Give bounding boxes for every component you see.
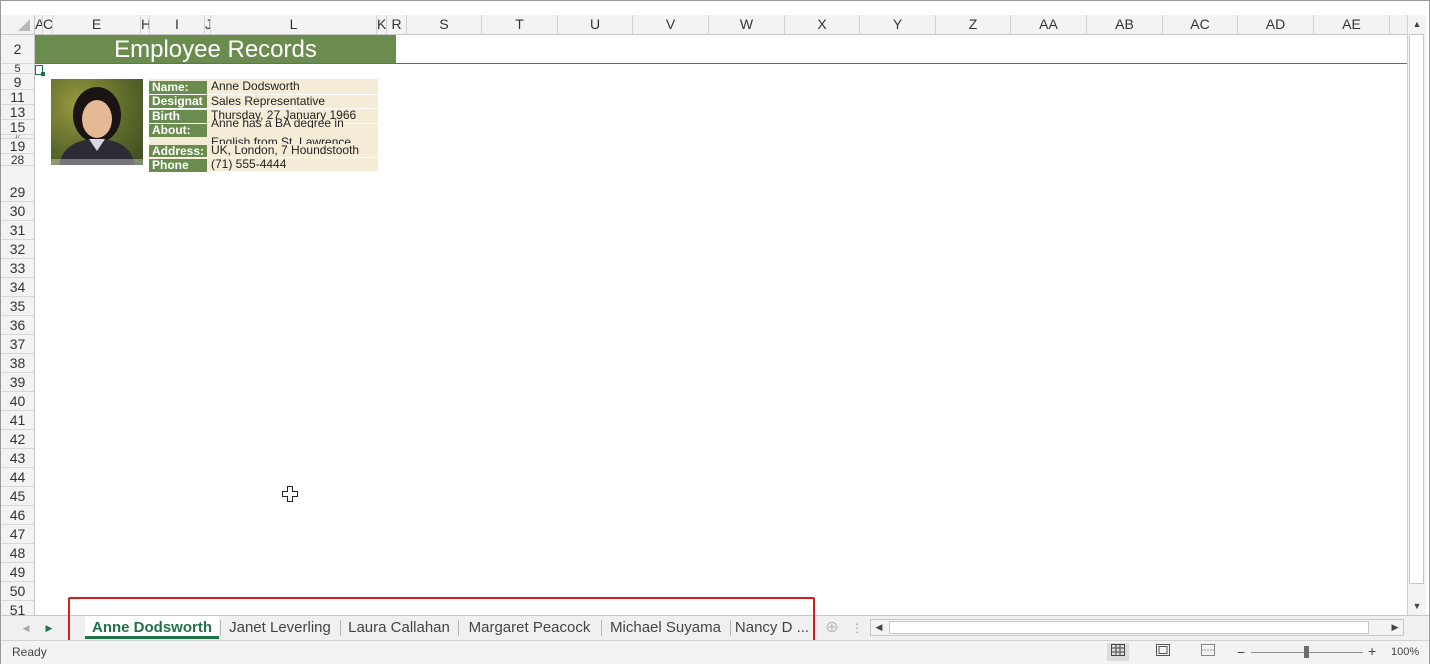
row-header-51[interactable]: 51 <box>1 601 34 615</box>
normal-view-icon[interactable] <box>1107 643 1129 661</box>
row-header-40[interactable]: 40 <box>1 392 34 411</box>
row-header-49[interactable]: 49 <box>1 563 34 582</box>
scroll-down-icon[interactable]: ▼ <box>1409 598 1425 614</box>
row-header-32[interactable]: 32 <box>1 240 34 259</box>
zoom-out-button[interactable]: − <box>1237 644 1245 660</box>
employee-photo <box>51 79 143 165</box>
status-bar: Ready − + 100% <box>1 640 1429 664</box>
tab-scroll-right-icon[interactable]: ▶ <box>41 620 57 636</box>
column-header-y[interactable]: Y <box>860 15 936 34</box>
column-header-v[interactable]: V <box>633 15 709 34</box>
row-header-50[interactable]: 50 <box>1 582 34 601</box>
column-header-z[interactable]: Z <box>936 15 1011 34</box>
worksheet-grid[interactable]: Employee Records Name: Anne Dodsworth De… <box>35 35 1407 615</box>
status-text: Ready <box>12 645 47 659</box>
row-header-15[interactable]: 15 <box>1 120 34 135</box>
row-header-19[interactable]: 19 <box>1 139 34 154</box>
row-header-11[interactable]: 11 <box>1 90 34 105</box>
row-header-45[interactable]: 45 <box>1 487 34 506</box>
label-birth: Birth <box>149 110 207 123</box>
column-header-ae[interactable]: AE <box>1314 15 1390 34</box>
column-header-r[interactable]: R <box>387 15 407 34</box>
row-header-33[interactable]: 33 <box>1 259 34 278</box>
sheet-title: Employee Records <box>35 35 396 63</box>
row-header-47[interactable]: 47 <box>1 525 34 544</box>
row-header-34[interactable]: 34 <box>1 278 34 297</box>
cell-cursor-icon <box>282 486 298 502</box>
label-phone: Phone <box>149 159 207 172</box>
row-header-37[interactable]: 37 <box>1 335 34 354</box>
fill-handle[interactable] <box>41 72 45 76</box>
column-header-e[interactable]: E <box>53 15 141 34</box>
label-about: About: <box>149 124 207 137</box>
column-header-h[interactable]: H <box>141 15 150 34</box>
row-header-41[interactable]: 41 <box>1 411 34 430</box>
row-header-42[interactable]: 42 <box>1 430 34 449</box>
page-layout-view-icon[interactable] <box>1152 643 1174 661</box>
column-header-k[interactable]: K <box>377 15 387 34</box>
column-header-u[interactable]: U <box>558 15 633 34</box>
value-name[interactable]: Anne Dodsworth <box>211 79 377 93</box>
row-header-30[interactable]: 30 <box>1 202 34 221</box>
horizontal-scrollbar[interactable]: ◀ ▶ <box>870 619 1404 636</box>
column-header-x[interactable]: X <box>785 15 860 34</box>
value-phone[interactable]: (71) 555-4444 <box>211 157 377 171</box>
column-header-a[interactable]: A <box>35 15 43 34</box>
row-header-5[interactable]: 5 <box>1 64 34 74</box>
row-header-31[interactable]: 31 <box>1 221 34 240</box>
vertical-scrollbar[interactable]: ▲ ▼ <box>1407 15 1426 615</box>
column-header-i[interactable]: I <box>150 15 205 34</box>
row-header-2[interactable]: 2 <box>1 35 34 64</box>
row-header-29[interactable]: 29 <box>1 183 34 202</box>
add-sheet-icon[interactable]: ⊕ <box>824 620 840 636</box>
value-about[interactable]: Anne has a BA degree in <box>211 118 377 128</box>
column-header-s[interactable]: S <box>407 15 482 34</box>
label-name: Name: <box>149 81 207 94</box>
excel-window: A C E H I J L K R S T U V W X Y Z AA AB … <box>0 0 1430 664</box>
row-header-36[interactable]: 36 <box>1 316 34 335</box>
select-all-corner[interactable] <box>1 15 35 34</box>
row-header: 2 5 9 11 13 15 17 19 28 29 30 31 32 33 3… <box>1 35 35 615</box>
label-designation: Designat <box>149 95 207 108</box>
column-header-ac[interactable]: AC <box>1163 15 1238 34</box>
column-header: A C E H I J L K R S T U V W X Y Z AA AB … <box>1 15 1407 35</box>
vertical-scroll-thumb[interactable] <box>1409 34 1424 584</box>
tab-scroll-left-icon[interactable]: ◀ <box>18 620 34 636</box>
column-header-l[interactable]: L <box>211 15 377 34</box>
zoom-slider-thumb[interactable] <box>1304 646 1309 658</box>
scroll-left-icon[interactable]: ◀ <box>871 620 887 635</box>
row-header-13[interactable]: 13 <box>1 105 34 120</box>
scroll-right-icon[interactable]: ▶ <box>1387 620 1403 635</box>
row-header-43[interactable]: 43 <box>1 449 34 468</box>
zoom-in-button[interactable]: + <box>1368 643 1376 659</box>
row-header-35[interactable]: 35 <box>1 297 34 316</box>
value-designation[interactable]: Sales Representative <box>211 94 377 108</box>
row-header-48[interactable]: 48 <box>1 544 34 563</box>
column-header-w[interactable]: W <box>709 15 785 34</box>
row-header-9[interactable]: 9 <box>1 74 34 90</box>
zoom-level[interactable]: 100% <box>1391 646 1419 658</box>
splitter-dots-icon[interactable]: ⋮ <box>849 620 865 636</box>
page-break-view-icon[interactable] <box>1197 643 1219 661</box>
column-header-t[interactable]: T <box>482 15 558 34</box>
row-header-28[interactable]: 28 <box>1 154 34 166</box>
column-header-c[interactable]: C <box>43 15 53 34</box>
column-header-aa[interactable]: AA <box>1011 15 1087 34</box>
value-address[interactable]: UK, London, 7 Houndstooth <box>211 143 377 157</box>
row-header-39[interactable]: 39 <box>1 373 34 392</box>
scroll-up-icon[interactable]: ▲ <box>1409 16 1425 32</box>
row-header-46[interactable]: 46 <box>1 506 34 525</box>
horizontal-scroll-thumb[interactable] <box>889 621 1369 634</box>
row-header-38[interactable]: 38 <box>1 354 34 373</box>
column-header-ab[interactable]: AB <box>1087 15 1163 34</box>
title-underline <box>35 63 1407 64</box>
column-header-ad[interactable]: AD <box>1238 15 1314 34</box>
row-header-44[interactable]: 44 <box>1 468 34 487</box>
